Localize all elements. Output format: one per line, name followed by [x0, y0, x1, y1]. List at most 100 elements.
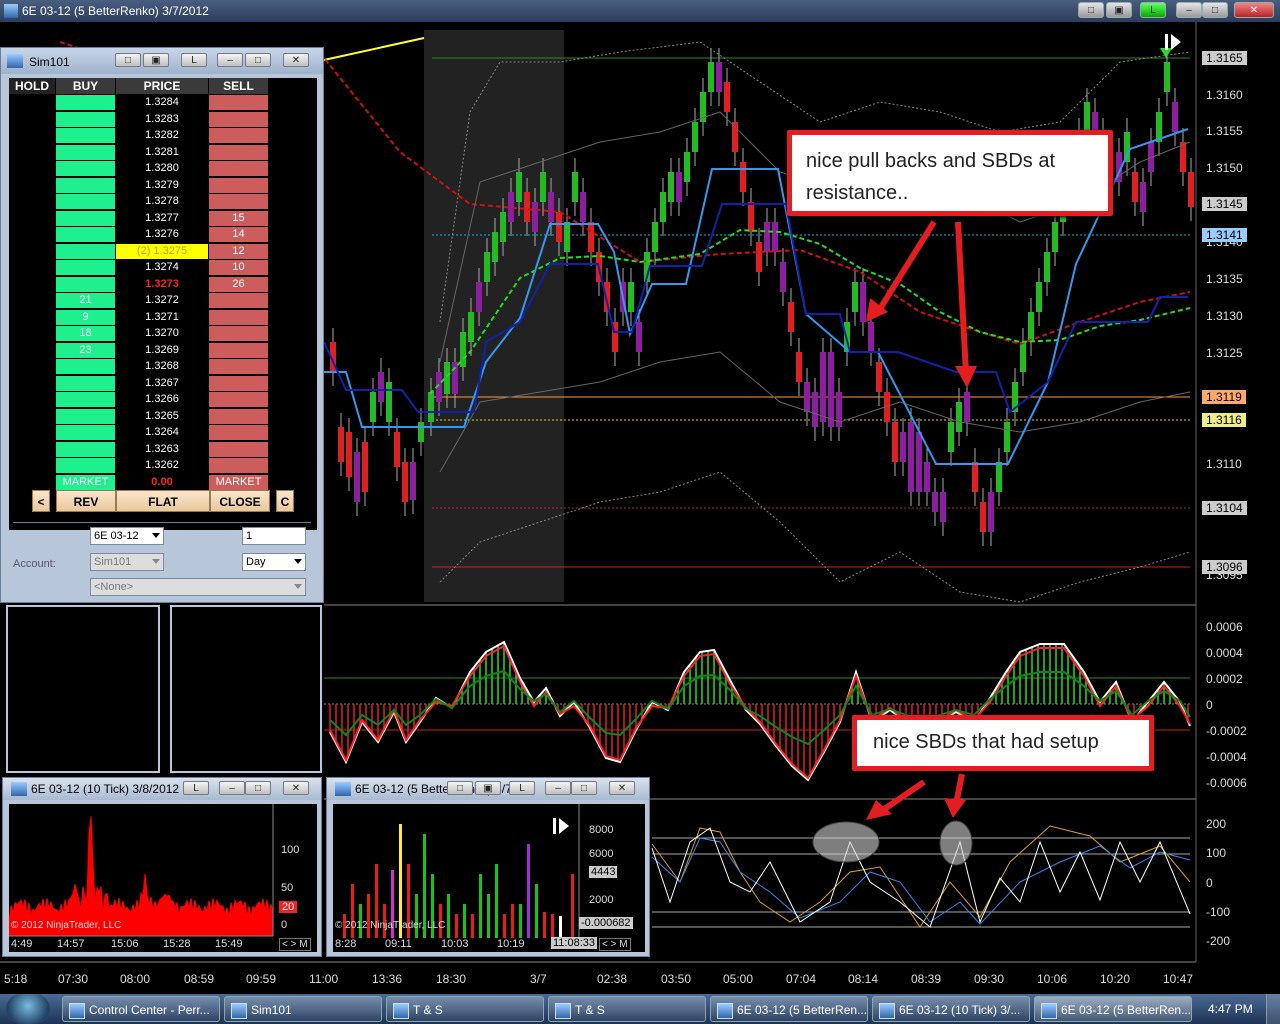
- collapse-left-button[interactable]: <: [32, 490, 50, 512]
- scroll-nav-buttons[interactable]: < > M: [599, 938, 631, 951]
- sell-cell[interactable]: 14: [209, 227, 268, 242]
- buy-cell[interactable]: [56, 441, 115, 457]
- price-cell[interactable]: 1.3269: [116, 342, 208, 358]
- main-window-titlebar[interactable]: 6E 03-12 (5 BetterRenko) 3/7/2012 □ ▣ L …: [0, 0, 1280, 22]
- hold-cell[interactable]: [9, 260, 55, 275]
- price-level-row[interactable]: 1.3279: [9, 177, 317, 194]
- price-cell[interactable]: 1.3267: [116, 375, 208, 391]
- price-level-row[interactable]: 18 1.3270: [9, 326, 317, 342]
- buy-cell[interactable]: [56, 177, 115, 193]
- price-level-row[interactable]: 1.3268: [9, 359, 317, 375]
- tile-button[interactable]: ▣: [475, 781, 501, 795]
- price-level-row[interactable]: 1.3281: [9, 144, 317, 161]
- hold-cell[interactable]: [9, 194, 55, 209]
- buy-cell[interactable]: [56, 194, 115, 209]
- price-cell[interactable]: 1.3278: [116, 194, 208, 209]
- start-button[interactable]: [6, 994, 50, 1024]
- price-cell[interactable]: 1.3282: [116, 128, 208, 143]
- atm-strategy-selector[interactable]: <None>: [90, 578, 306, 596]
- buy-cell[interactable]: [56, 260, 115, 275]
- price-cell[interactable]: 1.3270: [116, 326, 208, 341]
- sell-cell[interactable]: [209, 408, 268, 424]
- taskbar-item-active[interactable]: 6E 03-12 (5 BetterRen...: [1034, 996, 1192, 1022]
- price-level-row[interactable]: 1.3278: [9, 194, 317, 210]
- link-toggle-button[interactable]: L: [181, 53, 207, 67]
- sell-cell[interactable]: [209, 441, 268, 457]
- hold-cell[interactable]: [9, 243, 55, 259]
- flatten-button[interactable]: FLAT: [116, 490, 210, 512]
- price-level-row[interactable]: 1.3276 14: [9, 227, 317, 243]
- maximize-button[interactable]: □: [245, 53, 271, 67]
- minimize-button[interactable]: –: [545, 781, 571, 795]
- price-cell[interactable]: 1.3262: [116, 458, 208, 473]
- price-level-row[interactable]: 1.3267: [9, 375, 317, 392]
- maximize-button[interactable]: □: [571, 781, 597, 795]
- price-level-row[interactable]: (2) 1.3275 12: [9, 243, 317, 260]
- tif-selector[interactable]: Day: [242, 553, 306, 571]
- hold-cell[interactable]: [9, 375, 55, 391]
- hold-cell[interactable]: [9, 95, 55, 110]
- price-level-row[interactable]: 1.3282: [9, 128, 317, 144]
- taskbar-item[interactable]: 6E 03-12 (10 Tick) 3/...: [872, 996, 1030, 1022]
- close-button[interactable]: ✕: [283, 53, 309, 67]
- price-level-row[interactable]: 1.3266: [9, 392, 317, 408]
- buy-cell[interactable]: [56, 243, 115, 259]
- taskbar-item[interactable]: T & S: [548, 996, 706, 1022]
- hold-cell[interactable]: [9, 342, 55, 358]
- price-cell[interactable]: 0.00: [116, 474, 208, 490]
- hold-cell[interactable]: [9, 458, 55, 473]
- hold-cell[interactable]: [9, 111, 55, 127]
- sell-cell[interactable]: [209, 359, 268, 374]
- sell-cell[interactable]: [209, 161, 268, 176]
- sell-cell[interactable]: [209, 95, 268, 110]
- sell-cell[interactable]: [209, 111, 268, 127]
- buy-cell[interactable]: [56, 392, 115, 407]
- show-desktop-button[interactable]: [1266, 994, 1280, 1024]
- price-cell[interactable]: 1.3264: [116, 425, 208, 440]
- buy-cell[interactable]: [56, 375, 115, 391]
- link-toggle-button[interactable]: L: [183, 781, 209, 795]
- buy-cell[interactable]: [56, 276, 115, 292]
- sell-cell[interactable]: [209, 342, 268, 358]
- renko-chart-area[interactable]: 8000 6000 4443 2000 -0.000682 © 2012 Nin…: [333, 804, 645, 952]
- window-tile-button[interactable]: ▣: [1106, 2, 1132, 18]
- sell-cell[interactable]: [209, 177, 268, 193]
- price-level-row[interactable]: 1.3262: [9, 458, 317, 474]
- tick-chart-titlebar[interactable]: 6E 03-12 (10 Tick) 3/8/2012 L – □ ✕: [3, 778, 321, 800]
- buy-cell[interactable]: [56, 128, 115, 143]
- collapse-right-button[interactable]: C: [276, 490, 294, 512]
- hold-cell[interactable]: [9, 474, 55, 490]
- price-cell[interactable]: 1.3274: [116, 260, 208, 275]
- buy-cell[interactable]: [56, 161, 115, 176]
- taskbar-item[interactable]: T & S: [386, 996, 544, 1022]
- sell-cell[interactable]: 12: [209, 243, 268, 259]
- sell-cell[interactable]: 26: [209, 276, 268, 292]
- sell-cell[interactable]: [209, 309, 268, 325]
- tick-chart-area[interactable]: 100 50 20 0 © 2012 NinjaTrader, LLC 4:49…: [8, 804, 317, 952]
- price-level-row[interactable]: 1.3274 10: [9, 260, 317, 276]
- price-level-row[interactable]: 9 1.3271: [9, 309, 317, 326]
- price-level-row[interactable]: 1.3273 26: [9, 276, 317, 293]
- price-level-row[interactable]: 1.3283: [9, 111, 317, 128]
- sim101-titlebar[interactable]: Sim101 □ ▣ L – □ ✕: [1, 48, 323, 74]
- hold-cell[interactable]: [9, 309, 55, 325]
- sim101-window[interactable]: Sim101 □ ▣ L – □ ✕ HOLD BUY PRICE SELL 1…: [0, 47, 324, 603]
- sell-cell[interactable]: MARKET: [209, 474, 268, 490]
- buy-cell[interactable]: [56, 425, 115, 440]
- sell-cell[interactable]: [209, 293, 268, 308]
- hold-cell[interactable]: [9, 227, 55, 242]
- price-cell[interactable]: 1.3284: [116, 95, 208, 110]
- price-cell[interactable]: 1.3283: [116, 111, 208, 127]
- price-cell[interactable]: 1.3266: [116, 392, 208, 407]
- hold-cell[interactable]: [9, 293, 55, 308]
- buy-cell[interactable]: [56, 95, 115, 110]
- hold-cell[interactable]: [9, 144, 55, 160]
- price-cell[interactable]: 1.3279: [116, 177, 208, 193]
- buy-cell[interactable]: [56, 227, 115, 242]
- link-toggle-button[interactable]: L: [509, 781, 535, 795]
- price-cell[interactable]: (2) 1.3275: [116, 243, 208, 259]
- hold-cell[interactable]: [9, 177, 55, 193]
- sell-cell[interactable]: [209, 425, 268, 440]
- maximize-button[interactable]: □: [1202, 2, 1228, 18]
- dom-ladder[interactable]: HOLD BUY PRICE SELL 1.3284 1.3283 1.3282 1.…: [9, 78, 317, 530]
